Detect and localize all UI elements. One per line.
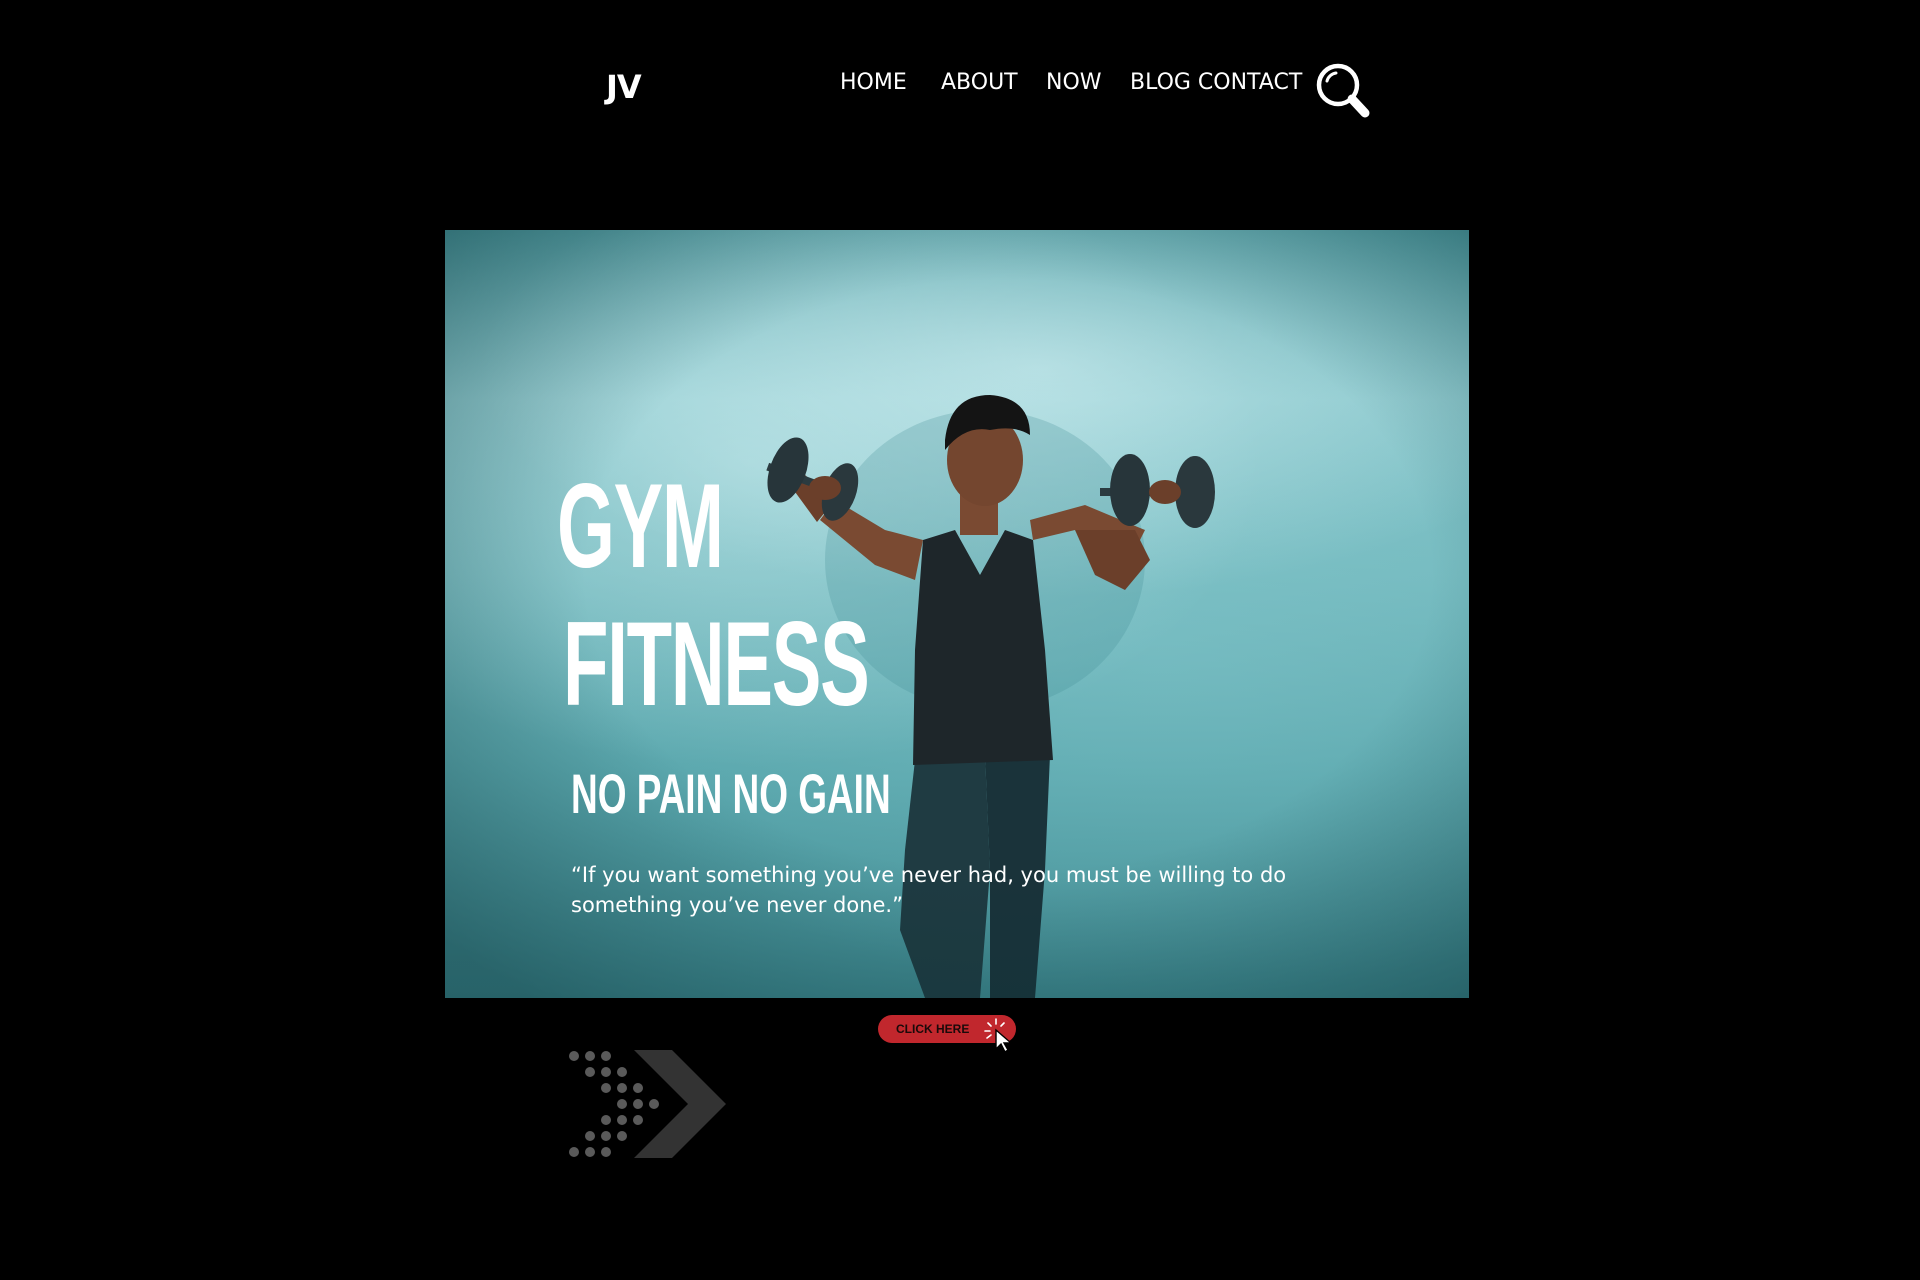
click-here-label: CLICK HERE xyxy=(896,1022,970,1036)
dotted-arrow-icon xyxy=(569,1050,726,1158)
main-nav: HOME ABOUT NOW BLOG CONTACT xyxy=(0,70,1920,110)
hero-quote: “If you want something you’ve never had,… xyxy=(571,860,1291,920)
click-here-button[interactable]: CLICK HERE xyxy=(878,1015,1016,1053)
nav-blog-contact[interactable]: BLOG CONTACT xyxy=(1130,70,1302,95)
nav-about[interactable]: ABOUT xyxy=(941,70,1018,95)
search-button[interactable] xyxy=(1314,62,1372,120)
cursor-click-icon xyxy=(984,1018,1013,1053)
hero-banner: GYM FITNESS NO PAIN NO GAIN “If you want… xyxy=(445,230,1469,998)
nav-home[interactable]: HOME xyxy=(840,70,907,95)
hero-tagline: NO PAIN NO GAIN xyxy=(571,762,891,825)
search-icon xyxy=(1316,63,1370,118)
page: JV HOME ABOUT NOW BLOG CONTACT GYM FITNE… xyxy=(0,0,1920,1280)
hero-quote-line1: “If you want something you’ve never had,… xyxy=(571,863,1287,887)
hero-quote-line2: something you’ve never done.” xyxy=(571,893,903,917)
hero-title-line2: FITNESS xyxy=(563,597,870,731)
nav-now[interactable]: NOW xyxy=(1046,70,1102,95)
hero-title-line1: GYM xyxy=(557,459,724,593)
